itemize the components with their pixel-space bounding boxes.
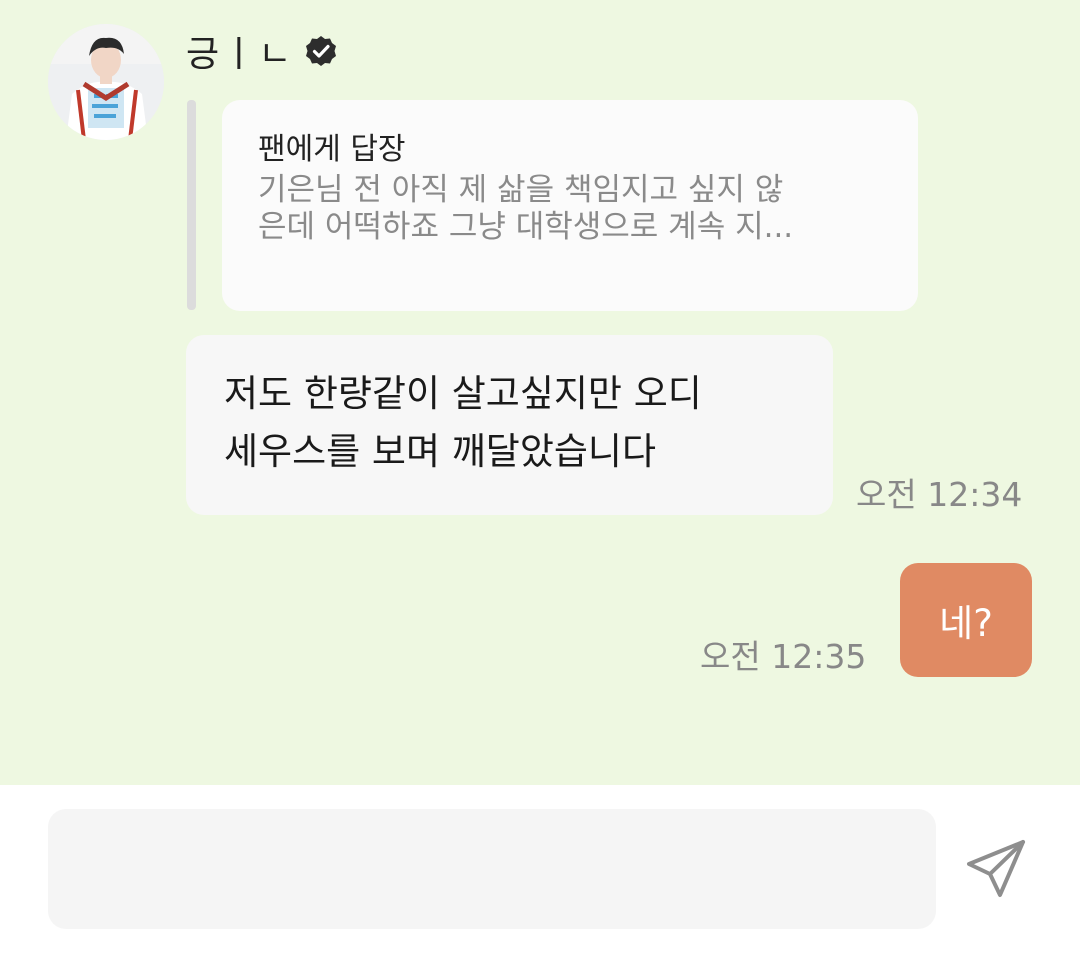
send-button[interactable] <box>960 833 1032 905</box>
verified-badge-icon <box>306 36 337 66</box>
sender-name-row: 긍ㅣㄴ <box>186 26 338 76</box>
quote-title: 팬에게 답장 <box>258 132 406 167</box>
quote-line: 은데 어떡하죠 그냥 대학생으로 계속 지... <box>258 209 794 245</box>
message-bubble[interactable]: 저도 한량같이 살고싶지만 오디 세우스를 보며 깨달았습니다 <box>186 335 833 515</box>
my-message-bubble[interactable]: 네? <box>900 563 1032 677</box>
quote-indicator-bar <box>187 100 196 310</box>
quote-text: 기은님 전 아직 제 삶을 책임지고 싶지 않 은데 어떡하죠 그냥 대학생으로… <box>258 172 882 246</box>
quoted-fan-message[interactable]: 팬에게 답장 기은님 전 아직 제 삶을 책임지고 싶지 않 은데 어떡하죠 그… <box>222 100 918 311</box>
message-line: 저도 한량같이 살고싶지만 오디 <box>224 372 702 415</box>
message-line: 세우스를 보며 깨달았습니다 <box>224 430 657 473</box>
my-message-text: 네? <box>939 602 993 645</box>
sender-name[interactable]: 긍ㅣㄴ <box>186 25 294 77</box>
message-timestamp: 오전 12:34 <box>856 475 1023 514</box>
message-input-bar <box>0 785 1080 953</box>
chat-area: 긍ㅣㄴ 팬에게 답장 기은님 전 아직 제 삶을 책임지고 싶지 않 은데 어떡… <box>0 0 1080 785</box>
avatar[interactable] <box>48 24 164 140</box>
my-message-timestamp: 오전 12:35 <box>700 637 867 676</box>
message-input[interactable] <box>48 809 936 929</box>
send-icon <box>967 840 1025 897</box>
quote-line: 기은님 전 아직 제 삶을 책임지고 싶지 않 <box>258 172 784 208</box>
avatar-image <box>48 24 164 140</box>
